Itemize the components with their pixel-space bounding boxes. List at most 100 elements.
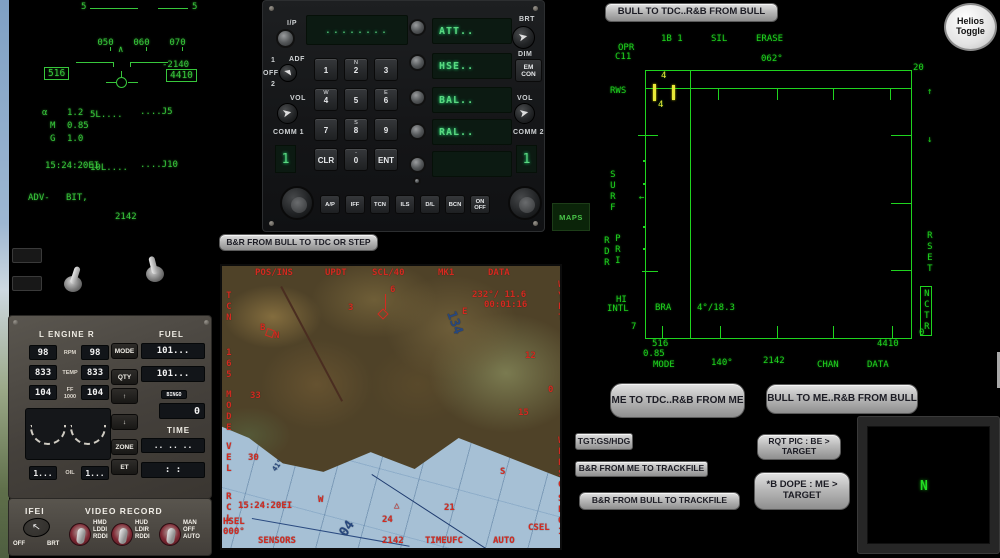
- comm1-label: COMM 1: [273, 129, 304, 136]
- toggle-switch-left[interactable]: [60, 265, 86, 300]
- hud-display: 5 5 050 060 070 ∧ -2140 516 4410 α 1.2 M 0…: [10, 0, 235, 235]
- brt-knob[interactable]: ➤: [512, 26, 535, 49]
- screen-label: PRI: [612, 234, 623, 267]
- ifei-button-mode[interactable]: MODE: [111, 343, 138, 359]
- alpha-value: 1.2: [67, 108, 84, 118]
- pitch-line: [90, 8, 138, 9]
- alpha-symbol: α: [42, 108, 48, 118]
- switch-position-label: LDIR: [135, 527, 149, 533]
- bull-to-tdc-button[interactable]: BULL TO TDC..R&B FROM BULL: [605, 3, 778, 22]
- ip-button[interactable]: [276, 29, 295, 48]
- option-select-4[interactable]: [409, 123, 426, 140]
- screen-label: ↑: [927, 87, 933, 97]
- br-bull-tdc-step-button[interactable]: B&R FROM BULL TO TDC OR STEP: [219, 234, 378, 251]
- mach-label: M: [50, 121, 56, 131]
- bull-to-me-button[interactable]: BULL TO ME..R&B FROM BULL: [766, 384, 918, 414]
- rpm-right: 98: [81, 345, 109, 360]
- ufc-function-key[interactable]: A/P: [320, 195, 340, 214]
- screen-label: 1B 1: [661, 34, 683, 44]
- video-switch-3[interactable]: [159, 523, 181, 546]
- comm2-channel-knob[interactable]: [508, 186, 542, 220]
- ufc-function-key[interactable]: BCN: [445, 195, 465, 214]
- video-switch-1[interactable]: [69, 523, 91, 546]
- bingo-label: BINGO: [161, 390, 187, 399]
- airspeed-box: 516: [44, 67, 70, 80]
- radar-divider-line: [690, 70, 691, 338]
- pitch-ladder-label: 5: [81, 2, 87, 12]
- ufc-key-ent[interactable]: ENT: [374, 148, 398, 171]
- option-select-5[interactable]: [409, 156, 426, 173]
- video-switch-2[interactable]: [111, 523, 133, 546]
- ufc-key-5[interactable]: 5: [344, 88, 368, 111]
- ufc-key-7[interactable]: 7: [314, 118, 338, 141]
- screen-label: 165: [223, 348, 234, 381]
- screen-label: 33: [250, 391, 261, 401]
- screen-label: ERASE: [756, 34, 784, 44]
- ufc-key-8[interactable]: S8: [344, 118, 368, 141]
- helios-toggle-button[interactable]: Helios Toggle: [944, 3, 997, 51]
- ifei-button-qty[interactable]: QTY: [111, 369, 138, 385]
- adf-knob[interactable]: ◥: [279, 64, 297, 82]
- standby-compass-display: N: [857, 416, 1000, 554]
- ufc-key-1[interactable]: 1: [314, 58, 338, 81]
- emcon-button[interactable]: EM CON: [515, 59, 542, 82]
- screen-label: SEQ1: [555, 494, 562, 538]
- adv-label: ADV-: [28, 193, 50, 203]
- ifei-panel: L ENGINE R FUEL 98 RPM 98 833 TEMP 833 1…: [8, 315, 212, 499]
- velocity-vector: [116, 77, 127, 88]
- nozzle-gauge-right: [70, 425, 106, 445]
- me-to-tdc-button[interactable]: ME TO TDC..R&B FROM ME: [610, 383, 745, 418]
- ifei-button-et[interactable]: ET: [111, 459, 138, 475]
- ufc-key-2[interactable]: N2: [344, 58, 368, 81]
- br-bull-trackfile-button[interactable]: B&R FROM BULL TO TRACKFILE: [579, 492, 740, 510]
- screen-label: BRA: [655, 303, 672, 313]
- option-select-1[interactable]: [409, 19, 426, 36]
- b-dope-button[interactable]: *B DOPE : ME > TARGET: [754, 472, 850, 510]
- time-header: TIME: [167, 426, 191, 435]
- ufc-key-0[interactable]: -0: [344, 148, 368, 171]
- ifei-brightness-knob[interactable]: ↖: [21, 516, 52, 539]
- velocity-vector-wing: [128, 82, 138, 83]
- compass-north-label: N: [920, 479, 928, 494]
- toggle-switch-right[interactable]: [142, 255, 168, 290]
- adf-1-label: 1: [271, 57, 276, 64]
- screen-label: UPDT: [325, 268, 347, 278]
- ufc-key-9[interactable]: 9: [374, 118, 398, 141]
- rqt-pic-line2: TARGET: [781, 446, 817, 456]
- ifei-button-[interactable]: ↑: [111, 388, 138, 404]
- scale-slider: [560, 358, 561, 404]
- option-display: HSE..: [432, 53, 512, 79]
- ufc-function-key[interactable]: ON OFF: [470, 195, 490, 214]
- screen-label: 4: [661, 71, 667, 81]
- option-select-3[interactable]: [409, 89, 426, 106]
- screen-label: 062°: [761, 54, 783, 64]
- pitch-line: [158, 8, 188, 9]
- heading-tick: 060: [133, 38, 150, 48]
- ifei-button-zone[interactable]: ZONE: [111, 439, 138, 455]
- br-me-trackfile-button[interactable]: B&R FROM ME TO TRACKFILE: [575, 461, 708, 477]
- ufc-function-key[interactable]: TCN: [370, 195, 390, 214]
- ufc-key-4[interactable]: W4: [314, 88, 338, 111]
- rpm-unit: RPM: [63, 350, 77, 356]
- switch-position-label: RDDI: [93, 534, 108, 540]
- panel-button-upper[interactable]: [12, 248, 42, 263]
- ufc-function-key[interactable]: D/L: [420, 195, 440, 214]
- ifei-button-[interactable]: ↓: [111, 414, 138, 430]
- ufc-key-3[interactable]: 3: [374, 58, 398, 81]
- comm1-channel-knob[interactable]: [280, 186, 314, 220]
- ladder-5-left: 5L....: [90, 110, 123, 120]
- rqt-pic-button[interactable]: RQT PIC : BE > TARGET: [757, 434, 841, 460]
- option-select-2[interactable]: [409, 54, 426, 71]
- tgt-gs-hdg-button[interactable]: TGT:GS/HDG: [575, 433, 633, 450]
- panel-button-lower[interactable]: [12, 276, 42, 291]
- ufc-key-6[interactable]: E6: [374, 88, 398, 111]
- ufc-function-key[interactable]: IFF: [345, 195, 365, 214]
- screen-label: C11: [615, 52, 632, 62]
- comm2-vol-knob[interactable]: ➤: [514, 103, 535, 124]
- ufc-function-key[interactable]: ILS: [395, 195, 415, 214]
- ufc-key-clr[interactable]: CLR: [314, 148, 338, 171]
- mach-value: 0.85: [67, 121, 89, 131]
- ladder-5-right: ....J5: [140, 107, 173, 117]
- maps-button[interactable]: MAPS: [552, 203, 590, 231]
- comm1-vol-knob[interactable]: ➤: [277, 103, 298, 124]
